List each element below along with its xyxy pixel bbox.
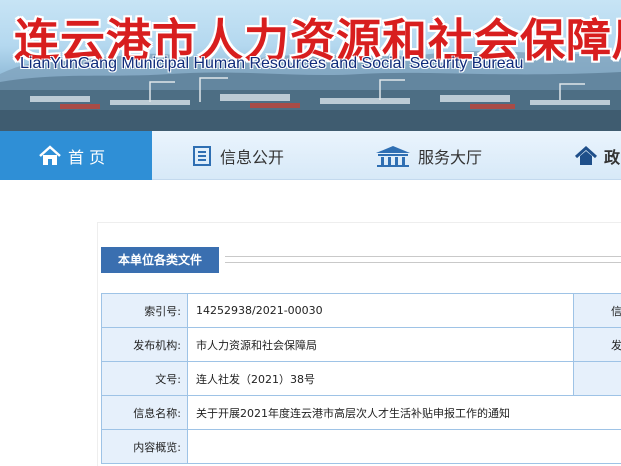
row-label: 索引号: bbox=[101, 293, 188, 328]
row-label: 信息名称: bbox=[101, 395, 188, 430]
nav-item-home[interactable]: 首 页 bbox=[0, 131, 152, 180]
row-right-label: 主 bbox=[573, 361, 621, 396]
row-value bbox=[187, 429, 621, 464]
section-title: 本单位各类文件 bbox=[101, 247, 219, 273]
document-icon bbox=[193, 145, 211, 166]
nav-item-label: 信息公开 bbox=[220, 147, 285, 167]
people-icon bbox=[574, 145, 598, 165]
nav-item-government[interactable]: 政 bbox=[574, 131, 620, 180]
table-row: 文号: 连人社发（2021）38号 主 bbox=[101, 361, 621, 396]
section-header: 本单位各类文件 bbox=[101, 247, 621, 273]
site-banner: 连云港市人力资源和社会保障局 LianYunGang Municipal Hum… bbox=[0, 0, 621, 131]
table-row: 索引号: 14252938/2021-00030 信息 bbox=[101, 293, 621, 328]
document-info-table: 索引号: 14252938/2021-00030 信息 发布机构: 市人力资源和… bbox=[101, 293, 621, 464]
row-right-label: 信息 bbox=[573, 293, 621, 328]
row-value: 市人力资源和社会保障局 bbox=[187, 327, 574, 362]
content-panel: 本单位各类文件 索引号: 14252938/2021-00030 信息 发布机构… bbox=[97, 222, 621, 466]
main-nav: 首 页 信息公开 服务大厅 政 bbox=[0, 131, 621, 180]
row-value: 连人社发（2021）38号 bbox=[187, 361, 574, 396]
row-right-label: 发文 bbox=[573, 327, 621, 362]
row-value: 14252938/2021-00030 bbox=[187, 293, 574, 328]
site-subtitle: LianYunGang Municipal Human Resources an… bbox=[20, 55, 524, 72]
nav-item-label: 政 bbox=[604, 147, 621, 167]
harbor-illustration bbox=[0, 77, 621, 131]
nav-item-label: 首 页 bbox=[68, 147, 106, 167]
row-label: 文号: bbox=[101, 361, 188, 396]
row-label: 发布机构: bbox=[101, 327, 188, 362]
table-row: 发布机构: 市人力资源和社会保障局 发文 bbox=[101, 327, 621, 362]
row-label: 内容概览: bbox=[101, 429, 188, 464]
table-row: 内容概览: bbox=[101, 429, 621, 464]
nav-item-services[interactable]: 服务大厅 bbox=[374, 131, 482, 180]
nav-item-information[interactable]: 信息公开 bbox=[190, 131, 284, 180]
nav-item-label: 服务大厅 bbox=[418, 147, 483, 167]
row-value: 关于开展2021年度连云港市高层次人才生活补贴申报工作的通知 bbox=[187, 395, 621, 430]
building-icon bbox=[376, 145, 410, 167]
section-divider bbox=[225, 256, 621, 263]
home-icon bbox=[39, 144, 61, 165]
table-row: 信息名称: 关于开展2021年度连云港市高层次人才生活补贴申报工作的通知 bbox=[101, 395, 621, 430]
